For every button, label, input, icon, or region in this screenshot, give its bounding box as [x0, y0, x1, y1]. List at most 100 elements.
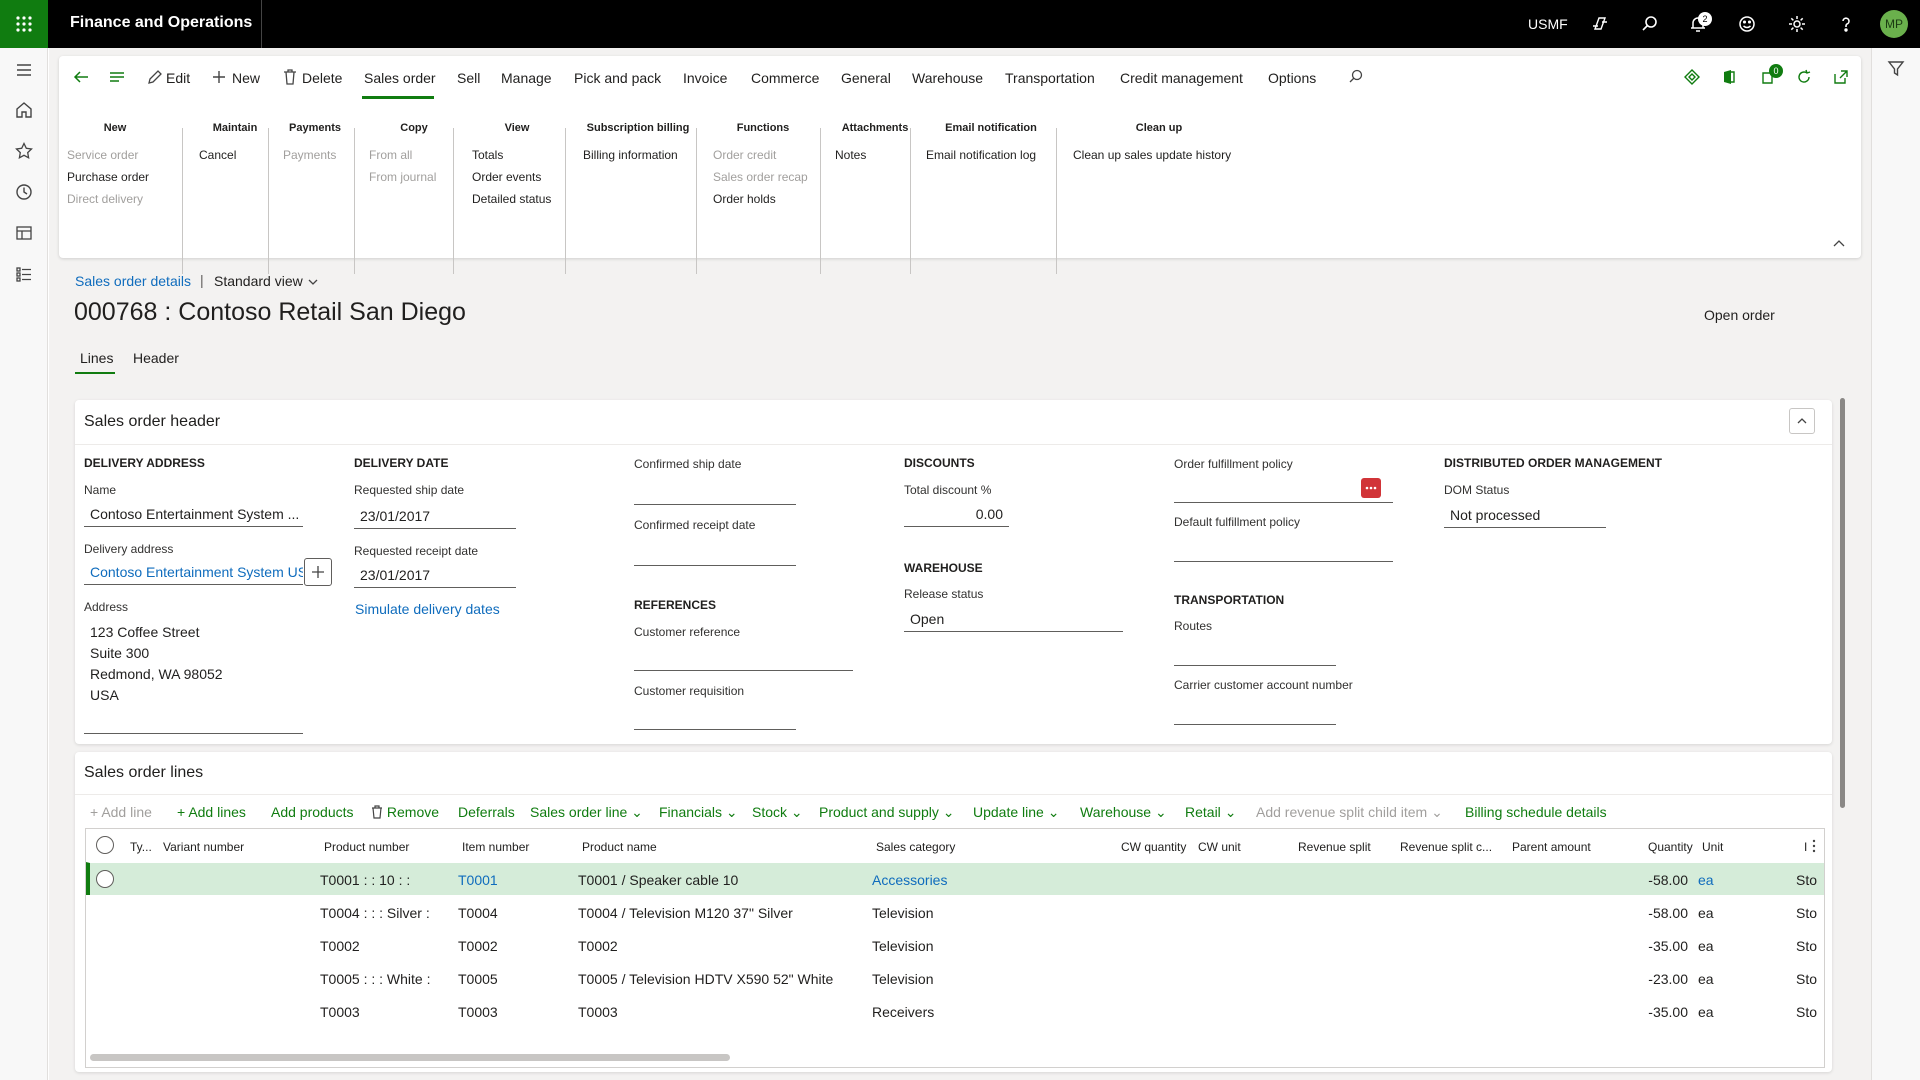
remove-button[interactable]: Remove: [371, 804, 439, 820]
tab-transportation[interactable]: Transportation: [1005, 70, 1095, 86]
collapse-section-button[interactable]: [1789, 408, 1815, 434]
delete-trash-icon[interactable]: [281, 68, 299, 86]
delivery-address-field[interactable]: Contoso Entertainment System USA: [84, 561, 303, 585]
tab-sell[interactable]: Sell: [457, 70, 480, 86]
deferrals-button[interactable]: Deferrals: [458, 804, 515, 820]
edit-pencil-icon[interactable]: [146, 68, 164, 86]
app-launcher-icon[interactable]: [0, 0, 48, 48]
row-select-radio[interactable]: [96, 870, 114, 888]
column-header[interactable]: Ty...: [130, 840, 152, 854]
carrier-account-field[interactable]: [1174, 724, 1336, 725]
requested-receipt-date-field[interactable]: 23/01/2017: [354, 564, 516, 588]
menu-lines-icon[interactable]: [108, 68, 126, 86]
order-credit-button[interactable]: Order credit: [713, 144, 813, 166]
copy-from-journal-button[interactable]: From journal: [369, 166, 459, 188]
vertical-scrollbar[interactable]: [1840, 398, 1845, 808]
delete-button[interactable]: Delete: [302, 70, 342, 86]
warehouse-menu[interactable]: Warehouse ⌄: [1080, 804, 1167, 821]
search-icon[interactable]: [1640, 14, 1660, 34]
favorites-star-icon[interactable]: [14, 141, 34, 161]
unit-link[interactable]: ea: [1698, 872, 1714, 888]
payments-button[interactable]: Payments: [283, 144, 347, 166]
modules-list-icon[interactable]: [14, 264, 34, 284]
help-icon[interactable]: [1836, 14, 1856, 34]
detailed-status-button[interactable]: Detailed status: [472, 188, 562, 210]
add-products-button[interactable]: Add products: [271, 804, 354, 820]
add-line-button[interactable]: + Add line: [90, 804, 152, 820]
add-revenue-split-child-menu[interactable]: Add revenue split child item ⌄: [1256, 804, 1443, 821]
total-discount-field[interactable]: 0.00: [904, 503, 1009, 527]
tab-invoice[interactable]: Invoice: [683, 70, 727, 86]
tab-pick-and-pack[interactable]: Pick and pack: [574, 70, 661, 86]
notes-button[interactable]: Notes: [835, 144, 915, 166]
tab-credit-management[interactable]: Credit management: [1120, 70, 1243, 86]
home-icon[interactable]: [14, 100, 34, 120]
column-header[interactable]: Unit: [1702, 840, 1723, 854]
customer-reference-field[interactable]: [634, 670, 853, 671]
table-row[interactable]: T0004 : : : Silver : T0004 T0004 / Telev…: [86, 895, 1824, 928]
open-new-window-icon[interactable]: [1832, 68, 1850, 86]
column-header[interactable]: Product name: [582, 840, 657, 854]
table-row[interactable]: T0005 : : : White : T0005 T0005 / Televi…: [86, 961, 1824, 994]
financials-menu[interactable]: Financials ⌄: [659, 804, 738, 821]
dom-status-field[interactable]: Not processed: [1444, 504, 1606, 528]
billing-schedule-details-button[interactable]: Billing schedule details: [1465, 804, 1607, 820]
gear-icon[interactable]: [1787, 14, 1807, 34]
app-title[interactable]: Finance and Operations: [70, 14, 252, 32]
office-icon[interactable]: [1720, 68, 1738, 86]
tab-commerce[interactable]: Commerce: [751, 70, 819, 86]
tab-sales-order[interactable]: Sales order: [364, 70, 436, 86]
sales-category-link[interactable]: Accessories: [872, 872, 947, 888]
item-number-link[interactable]: T0001: [458, 872, 498, 888]
column-header[interactable]: CW unit: [1198, 840, 1241, 854]
column-header[interactable]: Parent amount: [1512, 840, 1591, 854]
update-line-menu[interactable]: Update line ⌄: [973, 804, 1059, 821]
add-address-button[interactable]: [304, 558, 332, 586]
customer-requisition-field[interactable]: [634, 729, 796, 730]
column-header[interactable]: I: [1804, 840, 1807, 854]
requested-ship-date-field[interactable]: 23/01/2017: [354, 505, 516, 529]
tab-general[interactable]: General: [841, 70, 891, 86]
service-order-button[interactable]: Service order: [67, 144, 163, 166]
totals-button[interactable]: Totals: [472, 144, 562, 166]
tab-manage[interactable]: Manage: [501, 70, 552, 86]
filter-icon[interactable]: [1886, 58, 1906, 78]
feedback-smiley-icon[interactable]: [1737, 14, 1757, 34]
new-button[interactable]: New: [232, 70, 260, 86]
tab-header[interactable]: Header: [133, 350, 179, 366]
name-field[interactable]: Contoso Entertainment System ...: [84, 503, 303, 527]
hamburger-menu-icon[interactable]: [14, 60, 34, 80]
email-notification-log-button[interactable]: Email notification log: [926, 144, 1056, 166]
avatar[interactable]: MP: [1880, 10, 1908, 38]
table-row[interactable]: T0002 T0002 T0002 Television -35.00 ea S…: [86, 928, 1824, 961]
stock-menu[interactable]: Stock ⌄: [752, 804, 803, 821]
column-header[interactable]: Item number: [462, 840, 529, 854]
sales-order-line-menu[interactable]: Sales order line ⌄: [530, 804, 643, 821]
billing-information-button[interactable]: Billing information: [583, 144, 693, 166]
more-options-dots-icon[interactable]: [1361, 478, 1381, 498]
search-icon[interactable]: [1347, 68, 1365, 86]
recent-clock-icon[interactable]: [14, 182, 34, 202]
tab-options[interactable]: Options: [1268, 70, 1316, 86]
edit-button[interactable]: Edit: [166, 70, 190, 86]
power-apps-diamond-icon[interactable]: [1683, 68, 1701, 86]
tab-lines[interactable]: Lines: [80, 350, 113, 366]
order-fulfillment-policy-field[interactable]: [1174, 502, 1393, 503]
column-options-icon[interactable]: [1812, 839, 1816, 853]
workspaces-icon[interactable]: [14, 223, 34, 243]
product-and-supply-menu[interactable]: Product and supply ⌄: [819, 804, 954, 821]
select-all-checkbox[interactable]: [96, 836, 114, 854]
table-row[interactable]: T0003 T0003 T0003 Receivers -35.00 ea St…: [86, 994, 1824, 1027]
sales-order-recap-button[interactable]: Sales order recap: [713, 166, 813, 188]
order-events-button[interactable]: Order events: [472, 166, 562, 188]
order-holds-button[interactable]: Order holds: [713, 188, 813, 210]
column-header[interactable]: Revenue split c...: [1400, 840, 1492, 854]
company-picker[interactable]: USMF: [1528, 16, 1568, 32]
horizontal-scrollbar[interactable]: [90, 1054, 730, 1061]
column-header[interactable]: CW quantity: [1121, 840, 1186, 854]
clean-up-sales-update-history-button[interactable]: Clean up sales update history: [1073, 144, 1245, 166]
card-title[interactable]: Sales order lines: [84, 764, 203, 782]
refresh-icon[interactable]: [1795, 68, 1813, 86]
default-fulfillment-policy-field[interactable]: [1174, 561, 1393, 562]
card-title[interactable]: Sales order header: [84, 413, 220, 431]
